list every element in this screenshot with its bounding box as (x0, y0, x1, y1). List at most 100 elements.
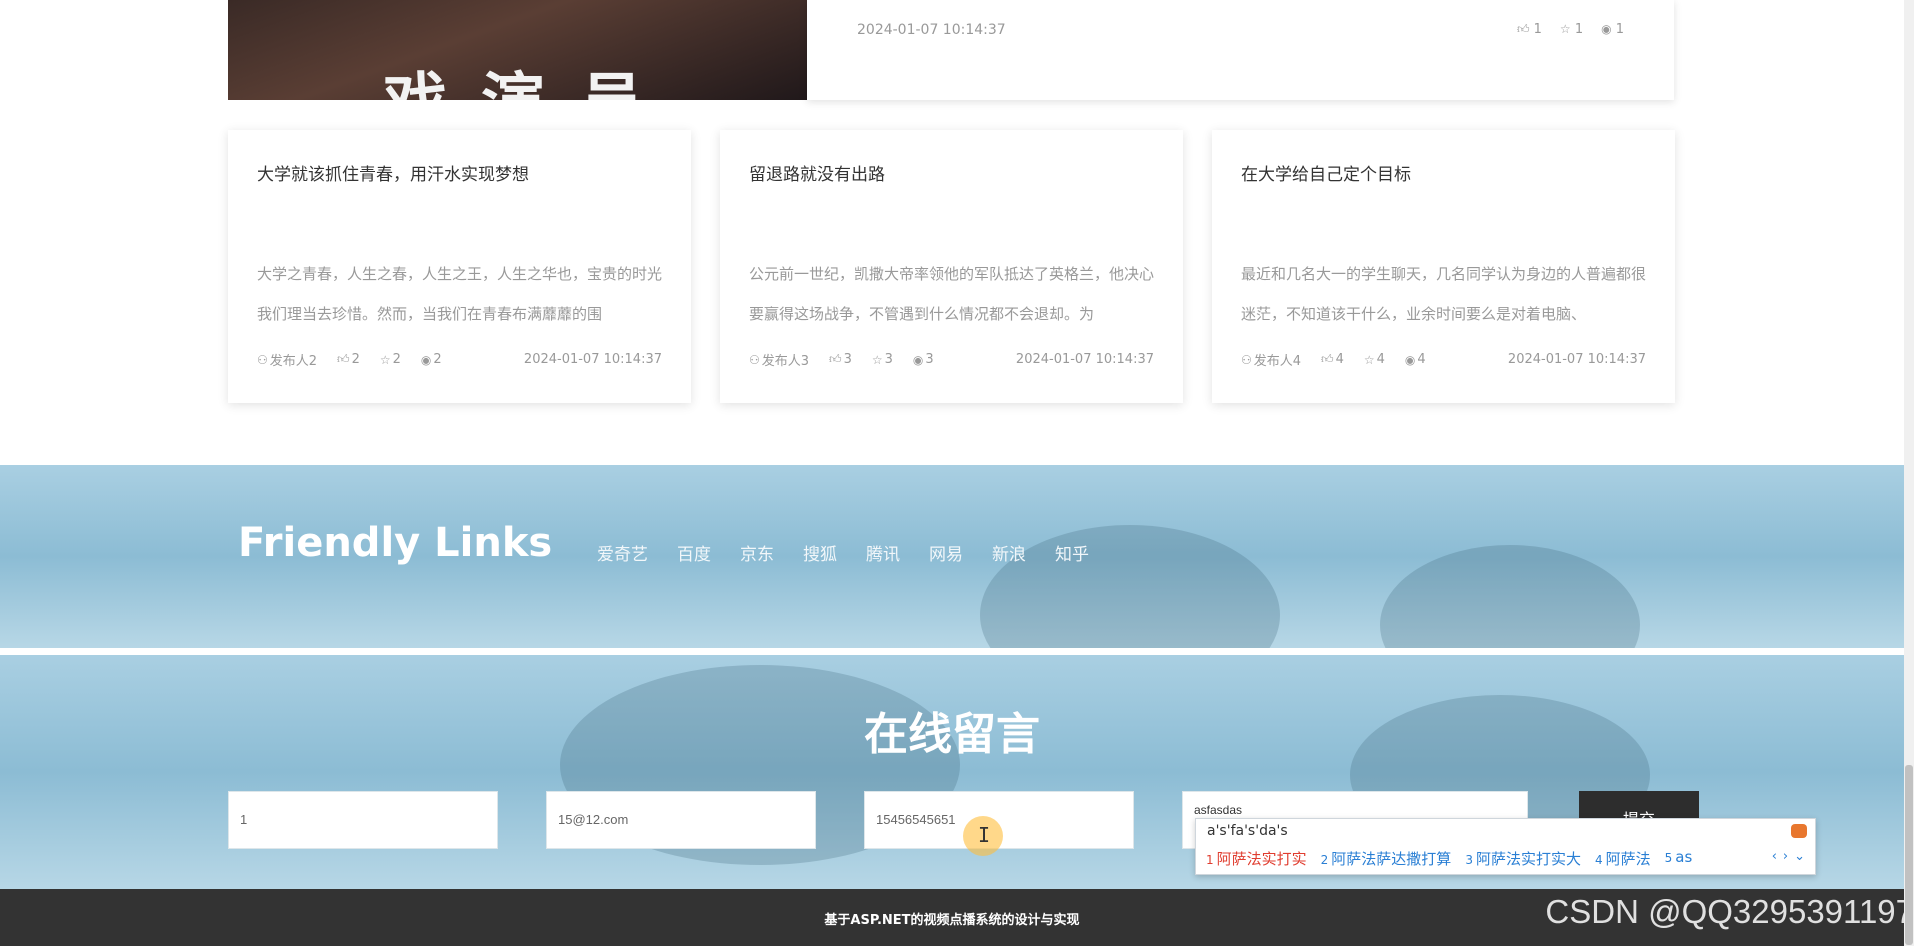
page-scrollbar[interactable] (1904, 0, 1914, 946)
ime-candidate-list: 1 阿萨法实打实 2 阿萨法萨达撒打算 3 阿萨法实打实大 4 阿萨法 5 as (1206, 848, 1692, 869)
chevron-right-icon[interactable]: › (1783, 849, 1788, 864)
article-title[interactable]: 在大学给自己定个目标 (1241, 160, 1411, 185)
likes: 👍︎ 2 (337, 352, 360, 367)
article-excerpt: 最近和几名大一的学生聊天，几名同学认为身边的人普遍都很迷茫，不知道该干什么，业余… (1241, 265, 1646, 323)
ime-candidate-3[interactable]: 3 阿萨法实打实大 (1465, 848, 1581, 869)
views-count: 4 (1417, 352, 1426, 367)
article-card-3[interactable]: 在大学给自己定个目标 最近和几名大一的学生聊天，几名同学认为身边的人普遍都很迷茫… (1212, 130, 1675, 403)
featured-video-thumbnail[interactable]: 戏 演 员 (228, 0, 807, 100)
likes-count: 3 (843, 352, 852, 367)
featured-views: ◉ 1 (1601, 22, 1624, 37)
friendly-link-jd[interactable]: 京东 (740, 540, 774, 565)
author-name: 发布人2 (269, 354, 318, 369)
featured-article-card[interactable]: 2024-01-07 10:14:37 👍︎ 1 ☆ 1 ◉ 1 (807, 0, 1674, 100)
views: ◉ 4 (1405, 352, 1426, 367)
article-title[interactable]: 留退路就没有出路 (749, 160, 885, 185)
candidate-word: 阿萨法实打实大 (1475, 850, 1581, 868)
background-iceberg (1380, 545, 1640, 648)
friendly-links-title: Friendly Links (238, 520, 553, 566)
thumbnail-title-art: 戏 演 员 (383, 52, 650, 100)
star-icon: ☆ (871, 352, 883, 367)
candidate-word: 阿萨法萨达撒打算 (1331, 850, 1452, 868)
eye-icon: ◉ (912, 352, 924, 367)
star-icon: ☆ (1559, 22, 1571, 36)
ime-candidate-4[interactable]: 4 阿萨法 (1595, 848, 1651, 869)
candidate-index: 5 (1664, 851, 1673, 865)
author: ⚇ 发布人4 (1241, 350, 1301, 370)
article-excerpt: 大学之青春，人生之春，人生之王，人生之华也，宝贵的时光我们理当去珍惜。然而，当我… (257, 265, 662, 323)
featured-likes: 👍︎ 1 (1517, 22, 1542, 37)
candidate-word: 阿萨法 (1605, 850, 1651, 868)
featured-favorites-count: 1 (1574, 22, 1584, 37)
article-title[interactable]: 大学就该抓住青春，用汗水实现梦想 (257, 160, 529, 185)
star-icon: ☆ (1363, 352, 1375, 367)
likes-count: 2 (351, 352, 360, 367)
ime-candidate-5[interactable]: 5 as (1665, 848, 1693, 869)
publish-date: 2024-01-07 10:14:37 (1015, 352, 1154, 367)
article-meta: ⚇ 发布人3 👍︎ 3 ☆ 3 ◉ 3 2024-01-07 10:14:37 (749, 350, 1154, 369)
star-icon: ☆ (379, 352, 391, 367)
friendly-link-sohu[interactable]: 搜狐 (803, 540, 837, 565)
user-icon: ⚇ (749, 352, 760, 367)
featured-date: 2024-01-07 10:14:37 (857, 22, 1006, 38)
favorites: ☆ 2 (380, 352, 401, 367)
thumbs-up-icon: 👍︎ (337, 352, 350, 366)
ime-composition: a's'fa's'da's (1207, 823, 1288, 839)
favorites-count: 4 (1376, 352, 1385, 367)
page: 戏 演 员 2024-01-07 10:14:37 👍︎ 1 ☆ 1 ◉ 1 大… (0, 0, 1914, 946)
featured-likes-count: 1 (1533, 22, 1542, 37)
article-excerpt: 公元前一世纪，凯撒大帝率领他的军队抵达了英格兰，他决心要赢得这场战争，不管遇到什… (749, 265, 1154, 323)
favorites: ☆ 4 (1364, 352, 1385, 367)
section-divider (0, 648, 1904, 655)
author: ⚇ 发布人3 (749, 350, 810, 370)
likes: 👍︎ 3 (829, 352, 852, 367)
user-icon: ⚇ (257, 352, 268, 367)
ime-candidate-2[interactable]: 2 阿萨法萨达撒打算 (1321, 848, 1452, 869)
user-icon: ⚇ (1241, 352, 1252, 367)
ime-candidate-window[interactable]: a's'fa's'da's 1 阿萨法实打实 2 阿萨法萨达撒打算 3 阿萨法实打实大… (1195, 818, 1816, 875)
email-input[interactable]: 15@12.com (546, 791, 816, 849)
featured-favorites: ☆ 1 (1560, 22, 1583, 37)
friendly-link-iqiyi[interactable]: 爱奇艺 (597, 540, 648, 565)
featured-stats: 👍︎ 1 ☆ 1 ◉ 1 (1517, 22, 1624, 37)
views: ◉ 3 (913, 352, 934, 367)
publish-date: 2024-01-07 10:14:37 (1507, 352, 1646, 367)
likes: 👍︎ 4 (1321, 352, 1344, 367)
views: ◉ 2 (421, 352, 442, 367)
friendly-links-section: Friendly Links 爱奇艺 百度 京东 搜狐 腾讯 网易 新浪 知乎 (0, 465, 1904, 648)
likes-count: 4 (1335, 352, 1344, 367)
friendly-link-zhihu[interactable]: 知乎 (1055, 540, 1089, 565)
friendly-link-netease[interactable]: 网易 (929, 540, 963, 565)
favorites-count: 3 (884, 352, 893, 367)
message-title: 在线留言 (864, 709, 1040, 760)
views-count: 2 (433, 352, 442, 367)
candidate-index: 4 (1594, 853, 1603, 867)
favorites: ☆ 3 (872, 352, 893, 367)
article-card-2[interactable]: 留退路就没有出路 公元前一世纪，凯撒大帝率领他的军队抵达了英格兰，他决心要赢得这… (720, 130, 1183, 403)
text-cursor-icon: I (978, 823, 991, 847)
thumbs-up-icon: 👍︎ (1516, 22, 1530, 36)
views-count: 3 (925, 352, 934, 367)
candidate-index: 2 (1320, 853, 1329, 867)
eye-icon: ◉ (1601, 22, 1612, 36)
name-input[interactable]: 1 (228, 791, 498, 849)
article-card-1[interactable]: 大学就该抓住青春，用汗水实现梦想 大学之青春，人生之春，人生之王，人生之华也，宝… (228, 130, 691, 403)
candidate-word: as (1675, 848, 1693, 866)
ime-candidate-1[interactable]: 1 阿萨法实打实 (1206, 848, 1307, 869)
candidate-word: 阿萨法实打实 (1216, 850, 1307, 868)
favorites-count: 2 (392, 352, 401, 367)
author-name: 发布人3 (761, 354, 810, 369)
chevron-left-icon[interactable]: ‹ (1772, 849, 1777, 864)
ime-skin-icon[interactable] (1791, 824, 1807, 838)
candidate-index: 3 (1465, 853, 1473, 867)
chevron-down-icon[interactable]: ⌄ (1794, 849, 1805, 864)
ime-page-nav: ‹ › ⌄ (1772, 849, 1805, 864)
friendly-link-sina[interactable]: 新浪 (992, 540, 1026, 565)
friendly-link-baidu[interactable]: 百度 (677, 540, 711, 565)
thumbs-up-icon: 👍︎ (1321, 352, 1334, 366)
scrollbar-thumb[interactable] (1905, 765, 1913, 945)
article-meta: ⚇ 发布人4 👍︎ 4 ☆ 4 ◉ 4 2024-01-07 10:14:37 (1241, 350, 1646, 369)
publish-date: 2024-01-07 10:14:37 (523, 352, 662, 367)
article-meta: ⚇ 发布人2 👍︎ 2 ☆ 2 ◉ 2 2024-01-07 10:14:37 (257, 350, 662, 369)
friendly-link-tencent[interactable]: 腾讯 (866, 540, 900, 565)
